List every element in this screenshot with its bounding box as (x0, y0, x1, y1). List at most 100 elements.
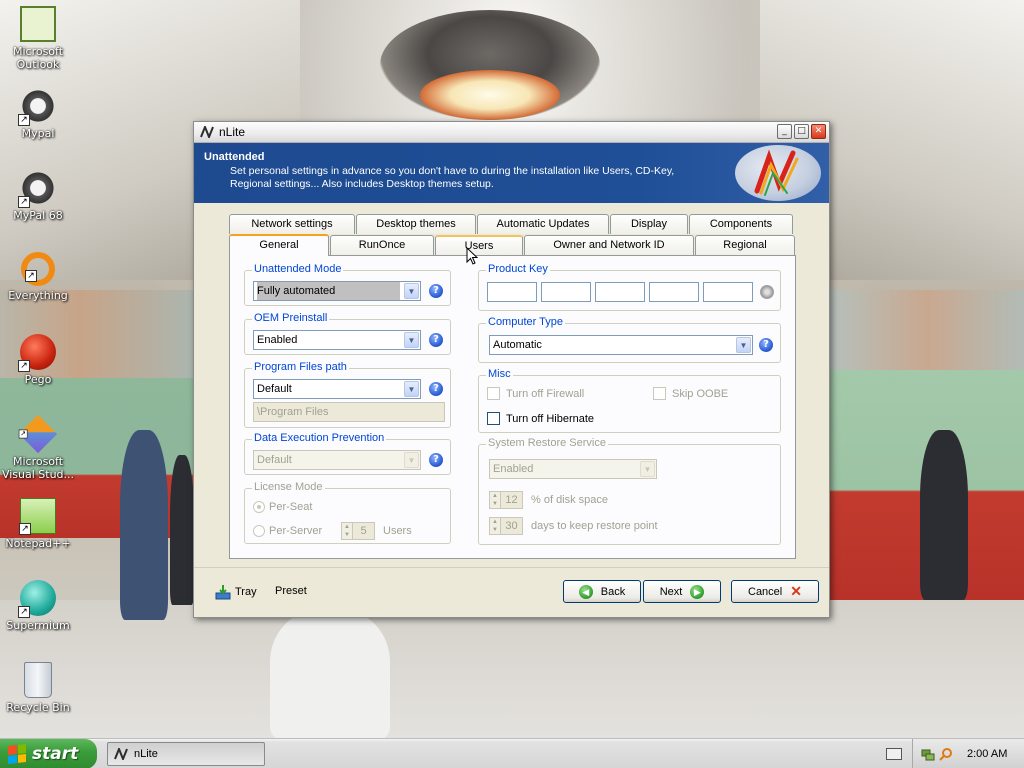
help-icon[interactable]: ? (429, 382, 443, 396)
misc-label: Misc (486, 368, 513, 380)
spinner-arrows-icon[interactable]: ▲ ▼ (341, 522, 353, 540)
wallpaper-chandelier-glow (420, 70, 560, 120)
tabs-front-row: General RunOnce Users Owner and Network … (229, 234, 796, 256)
minimize-button[interactable]: _ (777, 124, 792, 139)
desktop-icon-label: Pego (24, 373, 52, 386)
windows-logo-icon (8, 744, 26, 764)
computer-type-label: Computer Type (486, 316, 566, 328)
taskbar: start nLite 2:00 AM (0, 738, 1024, 768)
system-restore-select[interactable]: Enabled ▼ (489, 459, 657, 479)
window-title: nLite (219, 125, 246, 139)
skip-oobe-checkbox[interactable]: Skip OOBE (653, 387, 728, 400)
outlook-icon (20, 6, 56, 42)
taskbar-item-label: nLite (134, 748, 158, 760)
spinner-arrows-icon[interactable]: ▲ ▼ (489, 517, 501, 535)
close-button[interactable]: ✕ (811, 124, 826, 139)
license-users-value: 5 (353, 522, 375, 540)
per-seat-radio[interactable]: Per-Seat (253, 501, 312, 513)
desktop-icon-supermium[interactable]: ↗ Supermium (0, 580, 76, 632)
desktop-icon-label: Notepad++ (5, 537, 71, 550)
restore-days-spinner[interactable]: ▲ ▼ 30 days to keep restore point (489, 517, 658, 535)
nlite-app-icon (200, 126, 214, 138)
product-key-field-5[interactable] (703, 282, 753, 302)
title-bar[interactable]: nLite _ □ ✕ (194, 122, 829, 143)
turn-off-hibernate-label: Turn off Hibernate (506, 412, 595, 425)
desktop-icon-mypal[interactable]: ↗ Mypal (0, 88, 76, 140)
product-key-field-1[interactable] (487, 282, 537, 302)
help-icon[interactable]: ? (429, 453, 443, 467)
tab-network-settings[interactable]: Network settings (229, 214, 355, 234)
desktop-icon-visual-studio[interactable]: ↗ Microsoft Visual Stud... (0, 414, 76, 481)
tab-owner-and-network-id[interactable]: Owner and Network ID (524, 235, 694, 255)
refresh-key-icon[interactable] (760, 285, 774, 299)
tray-button[interactable]: Tray (215, 584, 257, 600)
desktop-icon-label: Recycle Bin (6, 701, 70, 714)
back-button[interactable]: ◀ Back (563, 580, 641, 603)
search-icon[interactable] (939, 747, 953, 761)
preset-button[interactable]: Preset (275, 585, 307, 597)
desktop-icon-label: Supermium (6, 619, 70, 632)
chevron-down-icon: ▼ (404, 452, 419, 468)
help-icon[interactable]: ? (429, 284, 443, 298)
checkbox-box (487, 387, 500, 400)
desktop-icon-mypal-68[interactable]: ↗ MyPal 68 (0, 170, 76, 222)
desktop-icon-recycle-bin[interactable]: Recycle Bin (0, 662, 76, 714)
help-icon[interactable]: ? (429, 333, 443, 347)
oem-preinstall-select[interactable]: Enabled ▼ (253, 330, 421, 350)
tab-runonce[interactable]: RunOnce (330, 235, 434, 255)
maximize-button[interactable]: □ (794, 124, 809, 139)
product-key-field-2[interactable] (541, 282, 591, 302)
desktop-icon-outlook[interactable]: Microsoft Outlook (0, 6, 76, 71)
tab-components[interactable]: Components (689, 214, 793, 234)
taskbar-item-nlite[interactable]: nLite (107, 742, 265, 766)
oem-preinstall-value: Enabled (257, 334, 298, 346)
start-button[interactable]: start (0, 739, 97, 768)
tab-display[interactable]: Display (610, 214, 688, 234)
unattended-mode-select[interactable]: Fully automated ▼ (253, 281, 421, 301)
program-files-path-input[interactable]: \Program Files (253, 402, 445, 422)
nlite-window: nLite _ □ ✕ Unattended Set personal sett… (193, 121, 830, 618)
per-server-label: Per-Server (269, 525, 323, 537)
disk-space-spinner[interactable]: ▲ ▼ 12 % of disk space (489, 491, 608, 509)
pego-icon: ↗ (18, 334, 56, 372)
tab-desktop-themes[interactable]: Desktop themes (356, 214, 476, 234)
chevron-down-icon: ▼ (404, 332, 419, 348)
oem-preinstall-label: OEM Preinstall (252, 312, 330, 324)
spinner-arrows-icon[interactable]: ▲ ▼ (489, 491, 501, 509)
keyboard-icon[interactable] (886, 748, 902, 760)
help-icon[interactable]: ? (759, 338, 773, 352)
product-key-field-3[interactable] (595, 282, 645, 302)
mouse-cursor-icon (466, 247, 478, 265)
desktop-icon-label: Everything (8, 289, 68, 302)
tray-label: Tray (235, 586, 257, 598)
desktop-icon-everything[interactable]: ↗ Everything (0, 252, 76, 302)
dep-label: Data Execution Prevention (252, 432, 387, 444)
page-title: Unattended (204, 151, 265, 163)
tab-regional[interactable]: Regional (695, 235, 795, 255)
turn-off-hibernate-checkbox[interactable]: Turn off Hibernate (487, 412, 594, 425)
desktop-icon-pego[interactable]: ↗ Pego (0, 334, 76, 386)
cancel-button[interactable]: Cancel ✕ (731, 580, 819, 603)
next-button[interactable]: Next ▶ (643, 580, 721, 603)
dep-select[interactable]: Default ▼ (253, 450, 421, 470)
per-server-radio[interactable]: Per-Server (253, 525, 322, 537)
preset-label: Preset (275, 585, 307, 597)
desktop-icon-notepad-plus-plus[interactable]: ↗ Notepad++ (0, 498, 76, 550)
clock[interactable]: 2:00 AM (967, 748, 1007, 760)
disk-space-value: 12 (501, 491, 523, 509)
wallpaper-person (270, 610, 390, 740)
computer-type-value: Automatic (493, 339, 542, 351)
tab-users[interactable]: Users (435, 235, 523, 255)
tab-automatic-updates[interactable]: Automatic Updates (477, 214, 609, 234)
network-icon[interactable] (921, 747, 935, 761)
shortcut-arrow-icon: ↗ (18, 606, 30, 618)
unattended-mode-value: Fully automated (257, 282, 400, 300)
next-arrow-icon: ▶ (690, 584, 705, 599)
turn-off-firewall-checkbox[interactable]: Turn off Firewall (487, 387, 584, 400)
chevron-down-icon: ▼ (404, 381, 419, 397)
program-files-select[interactable]: Default ▼ (253, 379, 421, 399)
product-key-field-4[interactable] (649, 282, 699, 302)
license-users-spinner[interactable]: ▲ ▼ 5 Users (341, 522, 412, 540)
tab-general[interactable]: General (229, 234, 329, 256)
computer-type-select[interactable]: Automatic ▼ (489, 335, 753, 355)
